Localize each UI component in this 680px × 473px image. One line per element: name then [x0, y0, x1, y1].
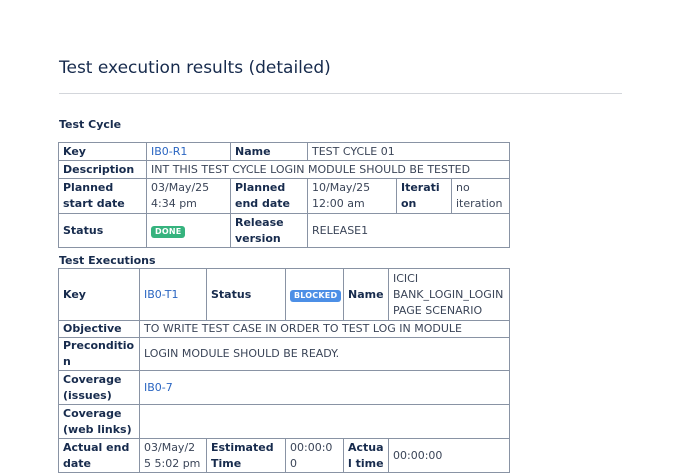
estimated-time-label: Estimated Time: [206, 438, 286, 473]
actual-end-value: 03/May/25 5:02 pm: [139, 438, 207, 473]
cycle-description-value: INT THIS TEST CYCLE LOGIN MODULE SHOULD …: [146, 160, 510, 179]
table-row: Coverage (issues) IB0-7: [58, 370, 510, 405]
precondition-label: Precondition: [58, 337, 140, 371]
execution-name-label: Name: [343, 268, 389, 321]
release-label: Release version: [230, 213, 308, 248]
test-cycle-heading: Test Cycle: [59, 118, 122, 131]
coverage-web-value: [139, 404, 510, 439]
actual-time-value: 00:00:00: [388, 438, 510, 473]
estimated-time-value: 00:00:00: [285, 438, 344, 473]
execution-name-value: ICICI BANK_LOGIN_LOGIN PAGE SCENARIO: [388, 268, 510, 321]
iteration-value: no iteration: [451, 178, 510, 214]
planned-end-value: 10/May/25 12:00 am: [307, 178, 397, 214]
cycle-key-link[interactable]: IB0-R1: [151, 145, 187, 158]
planned-start-label: Planned start date: [58, 178, 147, 214]
page-title: Test execution results (detailed): [59, 58, 331, 78]
table-row: Status DONE Release version RELEASE1: [58, 213, 510, 248]
planned-end-label: Planned end date: [230, 178, 308, 214]
execution-key-link[interactable]: IB0-T1: [144, 288, 178, 301]
cycle-status-cell: DONE: [146, 213, 231, 248]
table-row: Description INT THIS TEST CYCLE LOGIN MO…: [58, 160, 510, 179]
objective-label: Objective: [58, 320, 140, 338]
execution-status-cell: BLOCKED: [285, 268, 344, 321]
cycle-name-label: Name: [230, 142, 308, 161]
actual-time-label: Actual time: [343, 438, 389, 473]
test-cycle-table: Key IB0-R1 Name TEST CYCLE 01 Descriptio…: [58, 142, 510, 248]
planned-start-value: 03/May/25 4:34 pm: [146, 178, 231, 214]
execution-status-badge: BLOCKED: [290, 289, 342, 302]
iteration-label: Iteration: [396, 178, 452, 214]
table-row: Precondition LOGIN MODULE SHOULD BE READ…: [58, 337, 510, 371]
cycle-status-badge: DONE: [151, 225, 186, 238]
table-row: Objective TO WRITE TEST CASE IN ORDER TO…: [58, 320, 510, 338]
table-row: Key IB0-R1 Name TEST CYCLE 01: [58, 142, 510, 161]
coverage-issue-link[interactable]: IB0-7: [144, 381, 173, 394]
table-row: Planned start date 03/May/25 4:34 pm Pla…: [58, 178, 510, 214]
actual-end-label: Actual end date: [58, 438, 140, 473]
execution-status-label: Status: [206, 268, 286, 321]
table-row: Coverage (web links): [58, 404, 510, 439]
release-value: RELEASE1: [307, 213, 510, 248]
cycle-status-label: Status: [58, 213, 147, 248]
table-row: Actual end date 03/May/25 5:02 pm Estima…: [58, 438, 510, 473]
cycle-key-cell: IB0-R1: [146, 142, 231, 161]
cycle-name-value: TEST CYCLE 01: [307, 142, 510, 161]
test-executions-table: Key IB0-T1 Status BLOCKED Name ICICI BAN…: [58, 268, 510, 473]
cycle-description-label: Description: [58, 160, 147, 179]
coverage-issues-cell: IB0-7: [139, 370, 510, 405]
title-divider: [59, 93, 622, 94]
objective-value: TO WRITE TEST CASE IN ORDER TO TEST LOG …: [139, 320, 510, 338]
execution-key-cell: IB0-T1: [139, 268, 207, 321]
execution-key-label: Key: [58, 268, 140, 321]
test-executions-heading: Test Executions: [59, 254, 156, 267]
coverage-issues-label: Coverage (issues): [58, 370, 140, 405]
precondition-value: LOGIN MODULE SHOULD BE READY.: [139, 337, 510, 371]
table-row: Key IB0-T1 Status BLOCKED Name ICICI BAN…: [58, 268, 510, 321]
cycle-key-label: Key: [58, 142, 147, 161]
coverage-web-label: Coverage (web links): [58, 404, 140, 439]
